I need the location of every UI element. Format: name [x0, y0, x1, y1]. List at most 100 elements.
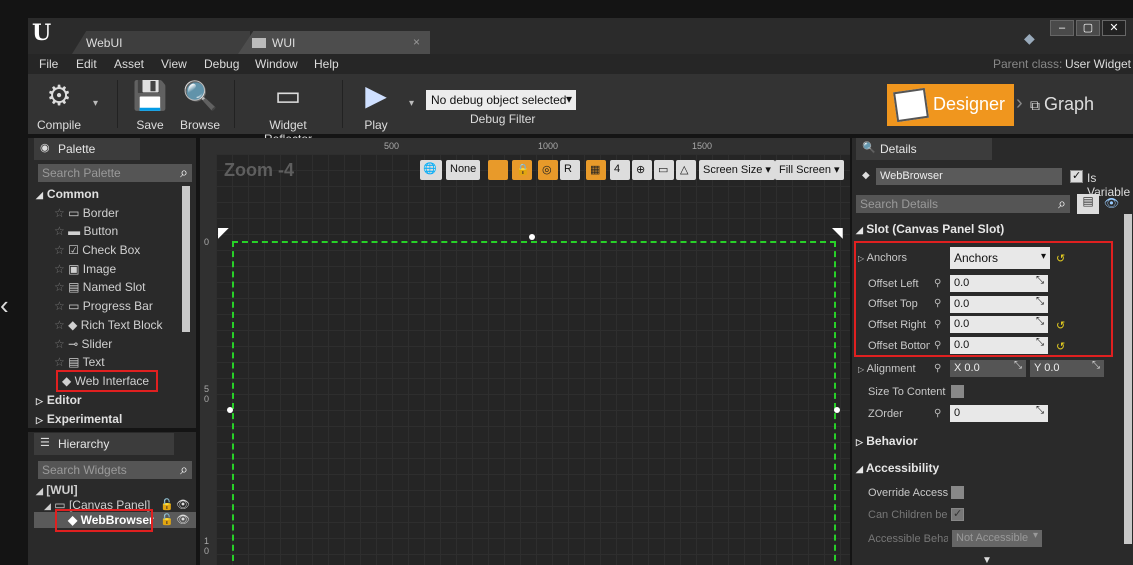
preview-icon[interactable]: ▭	[654, 160, 674, 180]
chevron-down-icon[interactable]: ▼	[982, 555, 992, 565]
palette-category-editor[interactable]: ▷ Editor	[36, 393, 82, 407]
graph-label: Graph	[1044, 94, 1095, 114]
menu-help[interactable]: Help	[314, 57, 339, 71]
palette-item-slider[interactable]: ☆ ⊸ Slider	[54, 337, 112, 351]
menu-edit[interactable]: Edit	[76, 57, 97, 71]
hierarchy-search-input[interactable]: Search Widgets ⌕	[38, 461, 192, 479]
override-accessible-checkbox[interactable]	[951, 486, 964, 499]
menu-file[interactable]: File	[39, 57, 58, 71]
play-button[interactable]: ▶ Play	[356, 78, 396, 132]
chevron-down-icon[interactable]: ▾	[93, 98, 98, 109]
lock-icon[interactable]: 🔓	[160, 498, 174, 511]
alignment-y-field[interactable]: Y 0.0 ⤡	[1030, 360, 1104, 377]
save-button[interactable]: 💾 Save	[132, 78, 168, 132]
source-control-icon[interactable]: ◆	[1024, 30, 1035, 47]
anchor-handle-icon[interactable]: ◤	[218, 224, 229, 241]
palette-item-label: Check Box	[82, 243, 141, 257]
graph-mode-button[interactable]: ⧉ Graph	[1030, 94, 1094, 115]
override-accessible-label: Override Accessible	[868, 487, 948, 499]
resize-handle[interactable]	[227, 407, 233, 413]
palette-item-button[interactable]: ☆ ▬ Button	[54, 224, 118, 238]
globe-icon[interactable]: 🌐	[420, 160, 442, 180]
lock-icon[interactable]: 🔒	[512, 160, 532, 180]
palette-item-text[interactable]: ☆ ▤ Text	[54, 355, 105, 369]
star-icon: ☆	[54, 243, 65, 257]
is-variable-checkbox[interactable]: ✓	[1070, 170, 1083, 183]
hierarchy-root[interactable]: ◢ [WUI]	[36, 483, 78, 497]
bind-icon[interactable]: ⚲	[934, 408, 941, 419]
palette-item-check-box[interactable]: ☆ ☑ Check Box	[54, 243, 140, 257]
close-window-button[interactable]: ✕	[1102, 20, 1126, 36]
palette-item-border[interactable]: ☆ ▭ Border	[54, 206, 119, 220]
palette-scrollbar[interactable]	[182, 186, 190, 332]
palette-tab[interactable]: Palette	[34, 138, 140, 160]
star-icon: ☆	[54, 299, 65, 313]
menu-window[interactable]: Window	[255, 57, 298, 71]
can-children-checkbox[interactable]: ✓	[951, 508, 964, 521]
zorder-field[interactable]: 0 ⤡	[950, 405, 1048, 422]
grid-snap-icon[interactable]: ▦	[586, 160, 606, 180]
outline-toggle-icon[interactable]	[488, 160, 508, 180]
chevron-left-icon[interactable]: ‹	[0, 290, 9, 321]
minimize-button[interactable]: –	[1050, 20, 1074, 36]
snap-value-icon[interactable]: 4	[610, 160, 630, 180]
dpi-icon[interactable]: △	[676, 160, 696, 180]
accessibility-section-header[interactable]: ◢ Accessibility	[856, 461, 939, 475]
close-icon[interactable]: ×	[413, 35, 420, 49]
search-icon: ⌕	[180, 461, 188, 477]
progress-bar-icon: ▭	[68, 299, 80, 313]
chevron-down-icon[interactable]: ▾	[409, 98, 414, 109]
designer-mode-button[interactable]: Designer	[887, 84, 1014, 126]
menu-debug[interactable]: Debug	[204, 57, 239, 71]
tab-webui[interactable]: WebUI	[72, 31, 250, 54]
anchor-handle-icon[interactable]: ◥	[832, 224, 843, 241]
resize-handle[interactable]	[529, 234, 535, 240]
transform-icon[interactable]: ◎	[538, 160, 558, 180]
ruler-left: 0 5 0 1 0	[200, 154, 216, 565]
palette-category-common[interactable]: ◢ Common	[36, 187, 99, 201]
palette-item-named-slot[interactable]: ☆ ▤ Named Slot	[54, 280, 146, 294]
culture-select[interactable]: None	[446, 160, 481, 180]
respect-locks-button[interactable]: R	[560, 160, 580, 180]
hierarchy-tab[interactable]: Hierarchy	[34, 433, 174, 455]
resize-handle[interactable]	[834, 407, 840, 413]
eye-icon[interactable]: 👁	[176, 498, 190, 511]
viewport-mode-icon[interactable]: ⊕	[632, 160, 652, 180]
menu-asset[interactable]: Asset	[114, 57, 144, 71]
tab-wui[interactable]: WUI ×	[238, 31, 430, 54]
maximize-button[interactable]: ▢	[1076, 20, 1100, 36]
size-to-content-checkbox[interactable]	[951, 385, 964, 398]
accessible-behavior-select[interactable]: Not Accessible ▾	[952, 530, 1042, 547]
details-tab[interactable]: Details	[856, 138, 992, 160]
details-search-input[interactable]: Search Details ⌕	[856, 195, 1070, 213]
palette-category-experimental[interactable]: ▷ Experimental	[36, 412, 122, 426]
debug-object-select[interactable]: No debug object selected	[426, 90, 576, 110]
browse-button[interactable]: 🔍 Browse	[178, 78, 222, 132]
bind-icon[interactable]: ⚲	[934, 363, 941, 374]
widget-name-field[interactable]: WebBrowser	[876, 168, 1062, 185]
tab-label: WUI	[272, 36, 296, 50]
canvas-panel-frame[interactable]	[232, 241, 836, 565]
palette-item-image[interactable]: ☆ ▣ Image	[54, 262, 116, 276]
palette-item-label: Text	[82, 355, 105, 369]
alignment-x-field[interactable]: X 0.0 ⤡	[950, 360, 1026, 377]
screen-size-select[interactable]: Screen Size ▾	[699, 160, 775, 180]
slot-section-header[interactable]: ◢ Slot (Canvas Panel Slot)	[856, 222, 1004, 236]
widget-reflector-button[interactable]: ▭Widget Reflector	[244, 78, 332, 146]
screen-size-label: Screen Size	[703, 164, 763, 176]
palette-title: Palette	[58, 142, 96, 156]
details-scrollbar[interactable]	[1124, 214, 1132, 544]
palette-search-input[interactable]: Search Palette ⌕	[38, 164, 192, 182]
behavior-section-header[interactable]: ▷ Behavior	[856, 434, 918, 448]
eye-icon[interactable]: 👁	[176, 513, 190, 526]
parent-class-value[interactable]: User Widget	[1065, 57, 1131, 71]
fill-screen-select[interactable]: Fill Screen ▾	[775, 160, 844, 180]
compile-button[interactable]: ⚙ Compile	[36, 78, 82, 132]
menu-view[interactable]: View	[161, 57, 187, 71]
view-options-icon[interactable]: 👁	[1104, 196, 1119, 210]
chevron-down-icon: ▾	[1032, 530, 1038, 541]
palette-item-progress-bar[interactable]: ☆ ▭ Progress Bar	[54, 299, 153, 313]
palette-item-rich-text-block[interactable]: ☆ ◆ Rich Text Block	[54, 318, 163, 332]
lock-icon[interactable]: 🔓	[160, 513, 174, 526]
property-matrix-icon[interactable]: ▤	[1077, 194, 1099, 214]
